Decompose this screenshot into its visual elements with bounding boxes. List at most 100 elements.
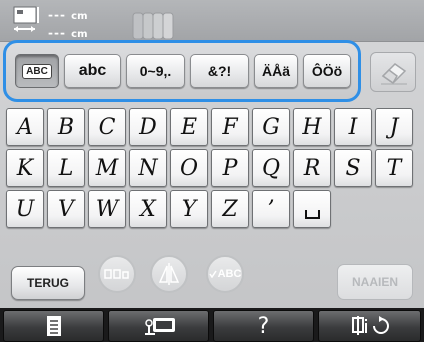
key-c[interactable]: C — [88, 108, 126, 146]
key-label: X — [140, 196, 156, 222]
key-label: L — [58, 155, 74, 181]
key-label: E — [180, 114, 198, 140]
sew-button-label: NAAIEN — [351, 275, 398, 289]
size-height-readout: --- cm — [48, 26, 88, 40]
sewing-machine-icon — [144, 318, 175, 335]
font-preview-button[interactable]: ABC — [206, 255, 244, 293]
key-label: Y — [181, 196, 197, 222]
tab-accented-2[interactable]: ÔÖö — [303, 54, 351, 88]
nav-document-button[interactable] — [3, 310, 104, 342]
key-a[interactable]: A — [6, 108, 44, 146]
size-arrows-icon — [13, 6, 39, 32]
tab-accented-1[interactable]: ÄÅä — [254, 54, 298, 88]
key-label: W — [95, 196, 119, 222]
key-label: O — [179, 155, 199, 181]
key-apostrophe[interactable]: ’ — [252, 190, 290, 228]
tab-numbers[interactable]: 0~9,. — [126, 54, 185, 88]
key-label: M — [95, 155, 119, 181]
key-label: D — [139, 114, 157, 140]
nav-help-button[interactable]: ? — [213, 310, 314, 342]
key-s[interactable]: S — [334, 149, 372, 187]
settings-loop-icon — [351, 316, 389, 335]
key-z[interactable]: Z — [211, 190, 249, 228]
key-label: J — [389, 114, 399, 140]
tab-accented-2-label: ÔÖö — [311, 63, 343, 79]
key-label: Z — [222, 196, 238, 222]
key-label: A — [17, 114, 33, 140]
sew-button[interactable]: NAAIEN — [337, 264, 413, 300]
tab-uppercase[interactable]: ABC — [15, 54, 59, 88]
key-o[interactable]: O — [170, 149, 208, 187]
key-space[interactable] — [293, 190, 331, 228]
key-e[interactable]: E — [170, 108, 208, 146]
key-label: V — [58, 196, 74, 222]
key-d[interactable]: D — [129, 108, 167, 146]
tab-numbers-label: 0~9,. — [139, 63, 172, 79]
key-v[interactable]: V — [47, 190, 85, 228]
key-label: U — [15, 196, 35, 222]
layered-pages-icon — [132, 12, 174, 39]
character-category-tabs: ABC abc 0~9,. &?! ÄÅä ÔÖö — [3, 40, 361, 102]
letter-keyboard: A B C D E F G H I J K L M N O P Q R S T … — [6, 108, 418, 244]
size-width-readout: --- cm — [48, 8, 88, 22]
key-p[interactable]: P — [211, 149, 249, 187]
help-icon: ? — [257, 313, 270, 339]
key-label: C — [98, 114, 116, 140]
key-label: Q — [261, 155, 281, 181]
key-label: F — [222, 114, 238, 140]
key-label: T — [386, 155, 402, 181]
key-u[interactable]: U — [6, 190, 44, 228]
key-label: B — [57, 114, 75, 140]
tab-uppercase-label: ABC — [22, 63, 52, 79]
key-k[interactable]: K — [6, 149, 44, 187]
key-label: S — [345, 155, 361, 181]
key-q[interactable]: Q — [252, 149, 290, 187]
key-r[interactable]: R — [293, 149, 331, 187]
key-label: P — [222, 155, 238, 181]
mirror-button[interactable] — [150, 255, 188, 293]
key-label: N — [138, 155, 158, 181]
key-label: I — [348, 114, 358, 140]
key-label: R — [303, 155, 321, 181]
key-label: G — [262, 114, 280, 140]
font-preview-label: ABC — [217, 268, 242, 280]
key-j[interactable]: J — [375, 108, 413, 146]
key-m[interactable]: M — [88, 149, 126, 187]
key-label: H — [302, 114, 322, 140]
check-icon — [208, 270, 217, 278]
bottom-navigation-bar: ? — [0, 308, 424, 342]
tab-symbols-label: &?! — [207, 63, 232, 79]
size-width-value: --- — [48, 8, 66, 22]
size-height-unit: cm — [71, 29, 88, 40]
mirror-icon — [158, 263, 180, 285]
nav-sewing-machine-button[interactable] — [108, 310, 209, 342]
tab-lowercase[interactable]: abc — [64, 54, 121, 88]
key-y[interactable]: Y — [170, 190, 208, 228]
tab-symbols[interactable]: &?! — [190, 54, 249, 88]
key-l[interactable]: L — [47, 149, 85, 187]
size-width-unit: cm — [71, 11, 88, 22]
key-x[interactable]: X — [129, 190, 167, 228]
back-button-label: TERUG — [27, 276, 69, 290]
delete-button[interactable] — [370, 52, 416, 92]
key-g[interactable]: G — [252, 108, 290, 146]
key-label: K — [16, 155, 34, 181]
key-label: ’ — [267, 196, 275, 222]
tab-accented-1-label: ÄÅä — [261, 63, 290, 79]
key-n[interactable]: N — [129, 149, 167, 187]
key-b[interactable]: B — [47, 108, 85, 146]
document-icon — [46, 316, 61, 336]
size-height-value: --- — [48, 26, 66, 40]
space-icon — [304, 209, 320, 219]
key-w[interactable]: W — [88, 190, 126, 228]
eraser-icon — [381, 63, 407, 85]
key-h[interactable]: H — [293, 108, 331, 146]
key-f[interactable]: F — [211, 108, 249, 146]
key-i[interactable]: I — [334, 108, 372, 146]
back-button[interactable]: TERUG — [11, 266, 85, 300]
nav-settings-button[interactable] — [318, 310, 421, 342]
embroidery-letter-input-screen: --- cm --- cm ABC abc 0~9,. &?! ÄÅä ÔÖö … — [0, 0, 424, 342]
layout-button[interactable] — [98, 255, 136, 293]
tab-lowercase-label: abc — [78, 62, 107, 79]
key-t[interactable]: T — [375, 149, 413, 187]
